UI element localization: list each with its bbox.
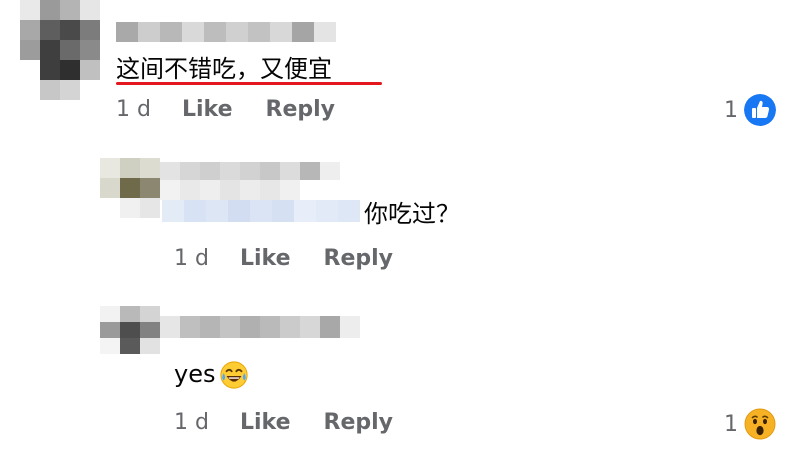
comment-time: 1 d: [174, 246, 209, 271]
reaction-count: 1: [724, 97, 738, 123]
commenter-name[interactable]: [160, 162, 340, 180]
comment-actions: 1 d Like Reply: [174, 410, 426, 435]
comment-text-yes: yes: [174, 360, 216, 388]
avatar[interactable]: [20, 0, 100, 100]
comment-text: yes: [174, 359, 249, 390]
like-thumb-icon: [744, 94, 776, 126]
like-button[interactable]: Like: [182, 97, 233, 122]
comment-time: 1 d: [174, 410, 209, 435]
like-button[interactable]: Like: [240, 410, 291, 435]
avatar[interactable]: [100, 158, 160, 218]
reply-button[interactable]: Reply: [266, 97, 336, 122]
commenter-name[interactable]: [160, 316, 360, 338]
laughing-tears-emoji-icon: [220, 361, 249, 389]
mention-tag[interactable]: [162, 200, 360, 222]
reply-button[interactable]: Reply: [324, 246, 394, 271]
reaction-summary[interactable]: 1: [724, 94, 776, 126]
comment-actions: 1 d Like Reply: [116, 97, 368, 122]
avatar[interactable]: [100, 306, 160, 354]
comment-text: 这间不错吃，又便宜: [116, 55, 332, 83]
commenter-name[interactable]: [116, 22, 336, 42]
comment-text: 你吃过？: [364, 200, 460, 228]
wow-face-icon: [744, 408, 776, 440]
reaction-summary[interactable]: 1: [724, 408, 776, 440]
comment-time: 1 d: [116, 97, 151, 122]
reaction-count: 1: [724, 411, 738, 437]
comment-actions: 1 d Like Reply: [174, 246, 426, 271]
red-underline: [116, 82, 382, 85]
commenter-name: [160, 180, 320, 200]
reply-button[interactable]: Reply: [324, 410, 394, 435]
like-button[interactable]: Like: [240, 246, 291, 271]
